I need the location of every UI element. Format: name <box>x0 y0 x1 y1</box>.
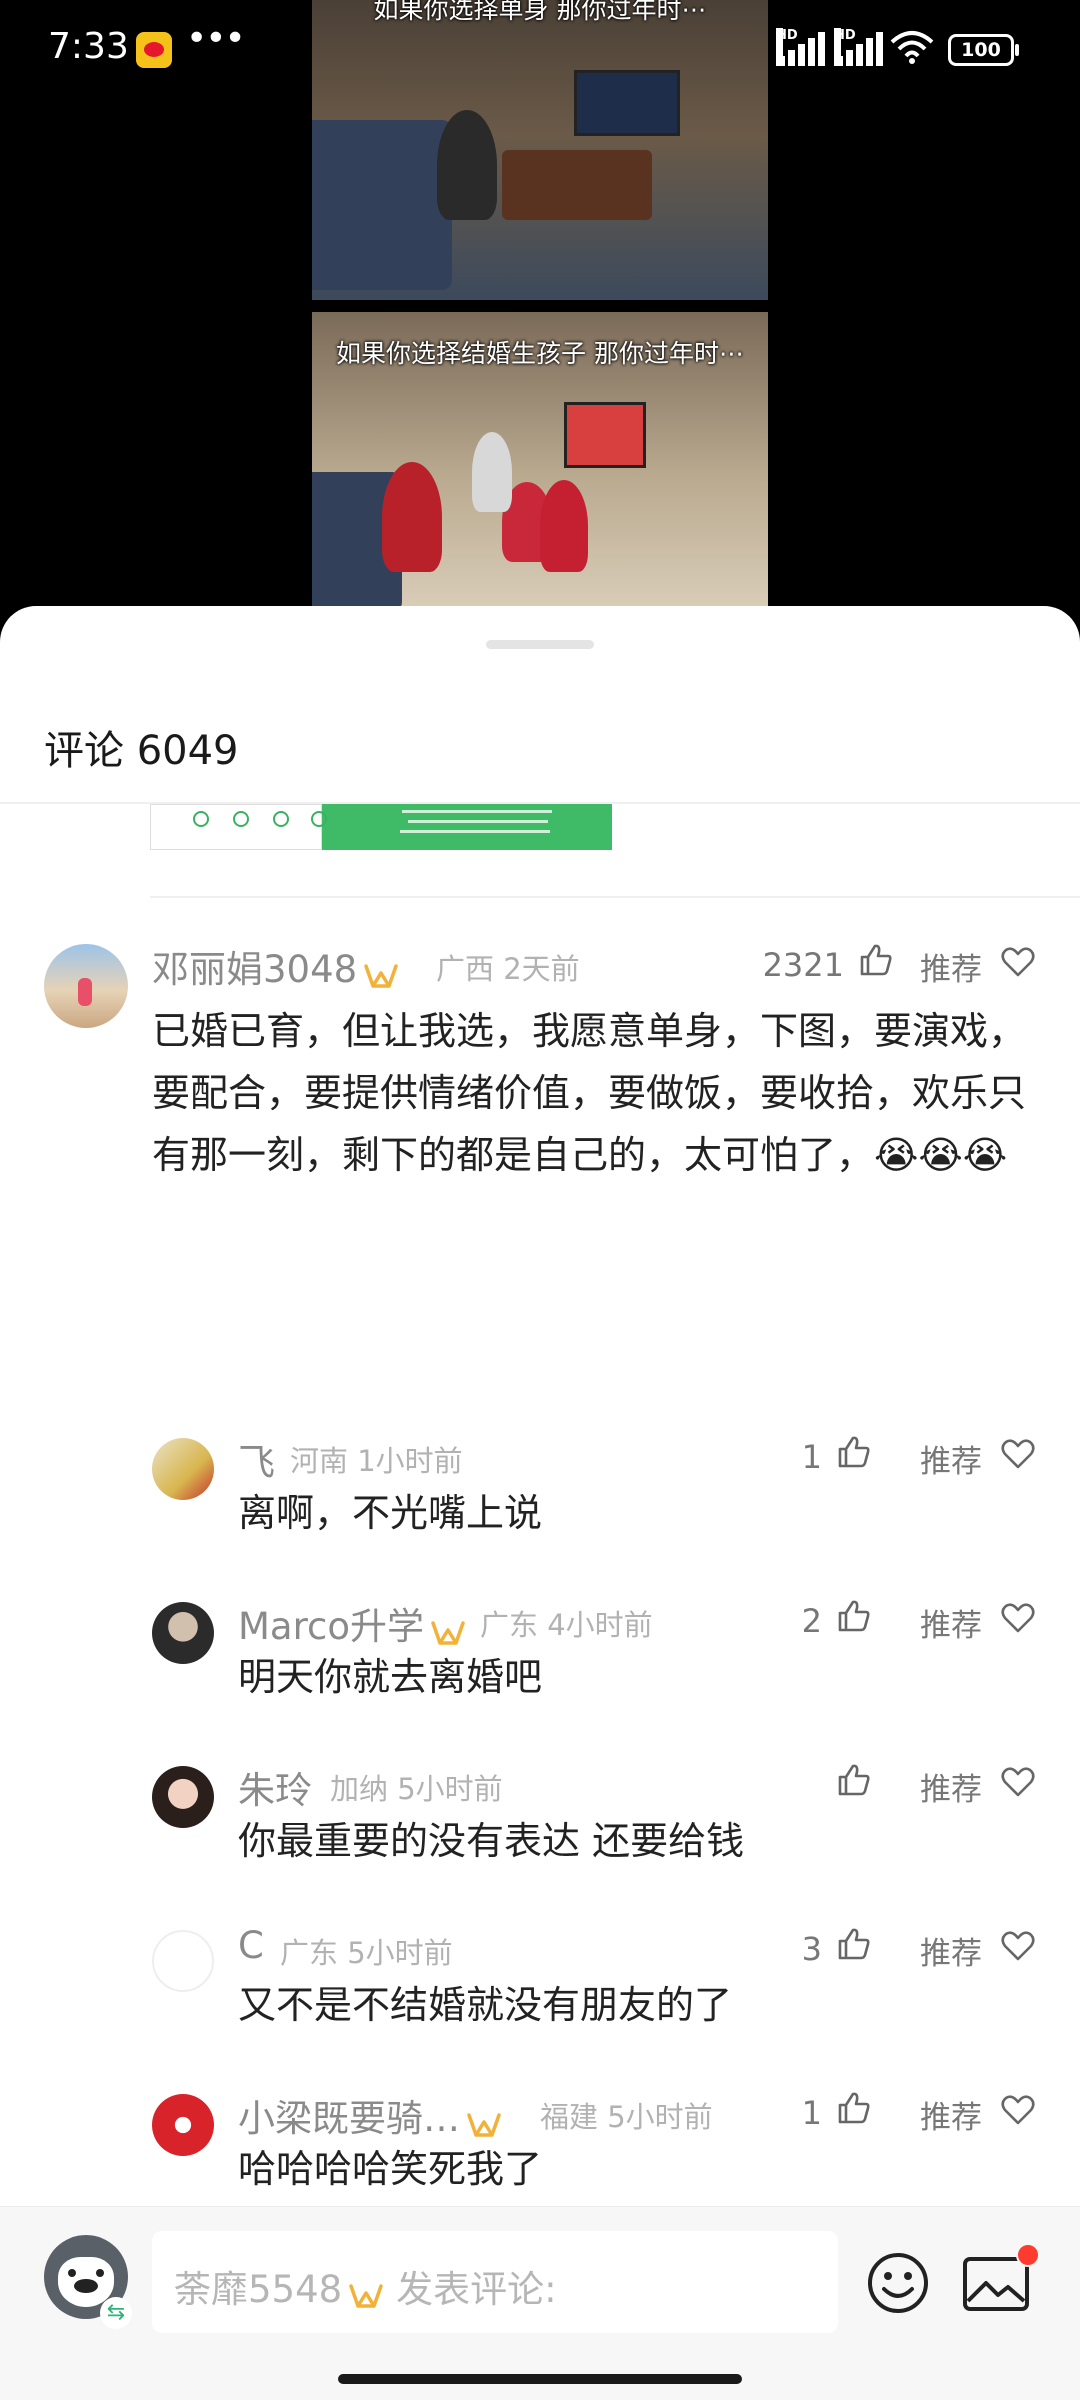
heart-icon[interactable] <box>1000 1436 1036 1472</box>
like-count: 2321 <box>762 946 844 984</box>
reply-text[interactable]: 离啊，不光嘴上说 <box>238 1482 1058 1544</box>
video-caption-bottom: 如果你选择结婚生孩子 那你过年时⋯ <box>336 339 744 368</box>
notification-dot <box>1016 2243 1040 2267</box>
signal-1-icon: HD <box>776 28 828 66</box>
reply-author[interactable]: 朱玲 <box>238 1760 312 1814</box>
sofa-image <box>312 120 452 290</box>
home-indicator[interactable] <box>338 2374 742 2384</box>
reply-text[interactable]: 又不是不结婚就没有朋友的了 <box>238 1974 1058 2036</box>
reply-meta: 广东 4小时前 <box>480 1608 653 1642</box>
recommend-button[interactable]: 推荐 <box>920 2092 982 2137</box>
avatar[interactable] <box>44 944 128 1028</box>
reply-author[interactable]: 小梁既要骑… <box>238 2088 502 2142</box>
status-bar: 7:33 ••• HD HD 100 <box>0 0 1080 100</box>
like-count: 2 <box>801 1602 822 1640</box>
like-count: 1 <box>801 1438 822 1476</box>
status-time: 7:33 <box>48 26 129 67</box>
person-image <box>472 432 512 512</box>
recommend-button[interactable]: 推荐 <box>920 1600 982 1645</box>
comment-image-thumbnail[interactable] <box>150 804 612 850</box>
heart-icon[interactable] <box>1000 1600 1036 1636</box>
reply-author[interactable]: Marco升学 <box>238 1596 466 1650</box>
recommend-button[interactable]: 推荐 <box>920 1764 982 1809</box>
thumbs-up-icon[interactable] <box>836 2090 872 2126</box>
recommend-button[interactable]: 推荐 <box>920 944 982 989</box>
navigation-bar <box>0 2352 1080 2400</box>
divider <box>150 896 1080 898</box>
recommend-button[interactable]: 推荐 <box>920 1436 982 1481</box>
vip-crown-icon <box>430 1614 466 1645</box>
like-count: 3 <box>801 1930 822 1968</box>
heart-icon[interactable] <box>1000 1764 1036 1800</box>
heart-icon[interactable] <box>1000 944 1036 980</box>
signal-2-icon: HD <box>834 28 886 66</box>
recommend-button[interactable]: 推荐 <box>920 1928 982 1973</box>
heart-icon[interactable] <box>1000 2092 1036 2128</box>
person-image <box>382 462 442 572</box>
comment-text[interactable]: 已婚已育，但让我选，我愿意单身，下图，要演戏，要配合，要提供情绪价值，要做饭，要… <box>152 1000 1052 1186</box>
drag-handle[interactable] <box>486 640 594 649</box>
video-frame-married: 如果你选择结婚生孩子 那你过年时⋯ <box>312 312 768 608</box>
avatar[interactable] <box>152 1766 214 1828</box>
person-image <box>540 480 588 572</box>
vip-crown-icon <box>466 2106 502 2137</box>
thumbs-up-icon[interactable] <box>836 1434 872 1470</box>
avatar[interactable] <box>152 2094 214 2156</box>
heart-icon[interactable] <box>1000 1928 1036 1964</box>
vip-crown-icon <box>348 2277 384 2308</box>
comment-meta: 广西 2天前 <box>436 952 580 986</box>
comments-title: 评论 6049 <box>44 728 239 774</box>
emoji-icon[interactable] <box>866 2251 930 2315</box>
reply-text[interactable]: 你最重要的没有表达 还要给钱 <box>238 1810 1058 1872</box>
input-username: 荼靡5548 <box>174 2268 343 2311</box>
thumbs-up-icon[interactable] <box>836 1762 872 1798</box>
vip-crown-icon <box>363 957 399 988</box>
switch-account-icon[interactable]: ⇆ <box>100 2297 132 2329</box>
comment-author[interactable]: 邓丽娟3048 <box>152 939 399 993</box>
avatar[interactable] <box>152 1930 214 1992</box>
reply-meta: 广东 5小时前 <box>280 1936 453 1970</box>
table-image <box>502 150 652 220</box>
tv-image <box>564 402 646 468</box>
reply-text[interactable]: 明天你就去离婚吧 <box>238 1646 1058 1708</box>
thumbs-up-icon[interactable] <box>836 1598 872 1634</box>
avatar[interactable] <box>152 1602 214 1664</box>
person-image <box>437 110 497 220</box>
weibo-notification-icon <box>136 32 172 68</box>
like-count: 1 <box>801 2094 822 2132</box>
reply-meta: 加纳 5小时前 <box>330 1772 503 1806</box>
reply-text[interactable]: 哈哈哈哈笑死我了 <box>238 2138 1058 2200</box>
reply-author[interactable]: C <box>238 1924 264 1967</box>
more-notifications-icon: ••• <box>186 18 246 59</box>
thumbs-up-icon[interactable] <box>836 1926 872 1962</box>
reply-meta: 福建 5小时前 <box>540 2100 713 2134</box>
reply-meta: 河南 1小时前 <box>290 1444 463 1478</box>
comment-list[interactable]: 邓丽娟3048 广西 2天前 2321 推荐 已婚已育，但让我选，我愿意单身，下… <box>0 804 1080 2204</box>
thumbs-up-icon[interactable] <box>858 942 894 978</box>
comment-input-bar: ⇆ 荼靡5548 发表评论: <box>0 2206 1080 2353</box>
comment-input[interactable]: 荼靡5548 发表评论: <box>152 2231 838 2333</box>
avatar[interactable] <box>152 1438 214 1500</box>
wifi-icon <box>890 31 934 64</box>
battery-icon: 100 <box>948 34 1019 66</box>
comment-sheet: 评论 6049 邓丽娟3048 广西 2天前 2321 推荐 已婚已育，但让我选… <box>0 606 1080 2400</box>
reply-author[interactable]: 飞 <box>238 1432 275 1486</box>
input-placeholder: 发表评论: <box>396 2268 557 2311</box>
